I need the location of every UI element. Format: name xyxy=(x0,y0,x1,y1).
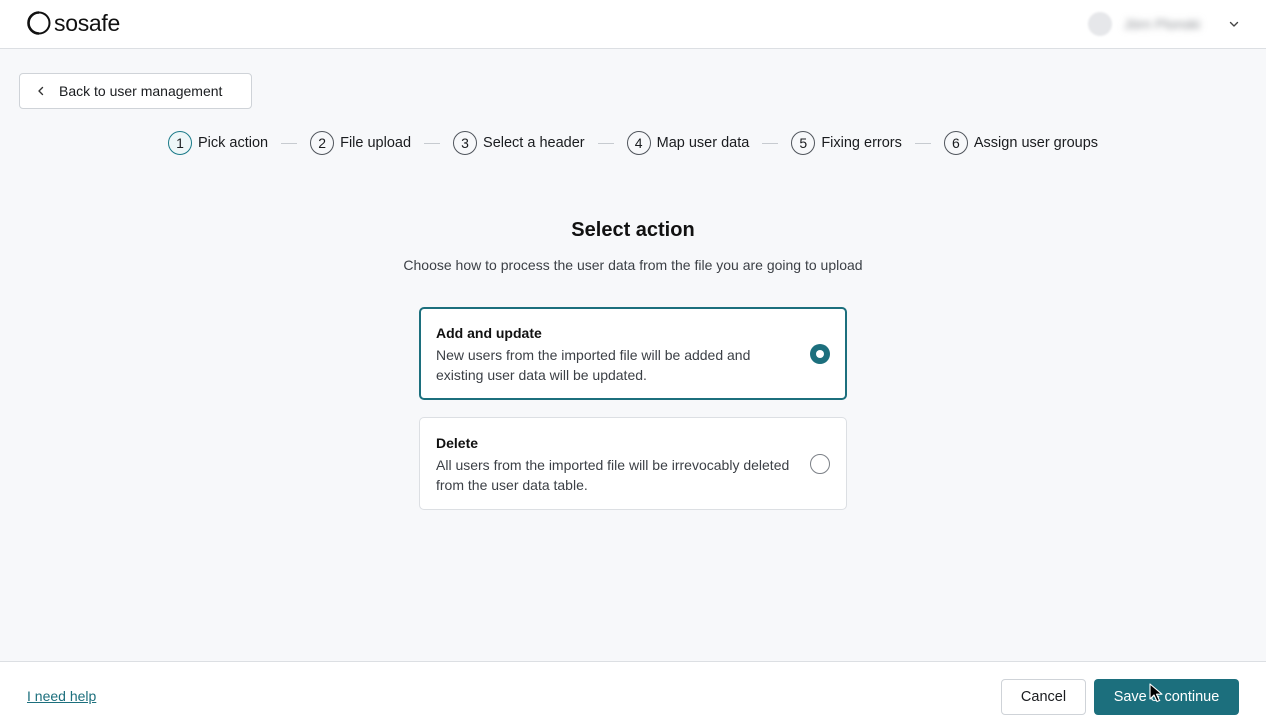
option-title: Add and update xyxy=(436,325,542,341)
step-separator xyxy=(281,142,298,144)
step-assign-user-groups: 6 Assign user groups xyxy=(943,131,1099,155)
step-number: 6 xyxy=(943,131,968,155)
stepper: 1 Pick action 2 File upload 3 Select a h… xyxy=(0,131,1266,155)
step-number: 3 xyxy=(453,131,478,155)
user-menu[interactable]: Jörn Plonski xyxy=(1088,11,1240,37)
help-link[interactable]: I need help xyxy=(27,688,96,704)
footer-bar: I need help Cancel Save & continue xyxy=(0,661,1266,724)
page-subtitle: Choose how to process the user data from… xyxy=(403,257,863,273)
step-number: 5 xyxy=(791,131,816,155)
back-button-label: Back to user management xyxy=(59,83,223,99)
step-fixing-errors: 5 Fixing errors xyxy=(791,131,902,155)
step-select-header: 3 Select a header xyxy=(453,131,585,155)
step-label: Assign user groups xyxy=(973,135,1099,151)
radio-button-selected[interactable] xyxy=(810,344,830,364)
step-separator xyxy=(762,142,779,144)
step-file-upload: 2 File upload xyxy=(310,131,411,155)
back-to-user-management-button[interactable]: Back to user management xyxy=(19,73,252,109)
step-label: Map user data xyxy=(656,135,750,151)
step-label: Fixing errors xyxy=(821,135,902,151)
step-number: 1 xyxy=(167,131,192,155)
step-label: Pick action xyxy=(197,135,269,151)
option-title: Delete xyxy=(436,435,479,451)
option-add-and-update[interactable]: Add and update New users from the import… xyxy=(419,307,847,400)
chevron-down-icon xyxy=(1228,18,1240,30)
step-label: Select a header xyxy=(483,135,585,151)
step-number: 2 xyxy=(310,131,335,155)
step-map-user-data: 4 Map user data xyxy=(626,131,750,155)
option-description: All users from the imported file will be… xyxy=(436,457,790,493)
top-bar: sosafe Jörn Plonski xyxy=(0,0,1266,49)
step-pick-action: 1 Pick action xyxy=(167,131,269,155)
radio-button[interactable] xyxy=(810,454,830,474)
step-separator xyxy=(914,142,931,144)
step-separator xyxy=(424,142,441,144)
user-name: Jörn Plonski xyxy=(1124,16,1201,32)
avatar xyxy=(1088,12,1112,36)
save-and-continue-button[interactable]: Save & continue xyxy=(1094,679,1239,715)
cancel-button[interactable]: Cancel xyxy=(1001,679,1086,715)
step-number: 4 xyxy=(626,131,651,155)
option-delete[interactable]: Delete All users from the imported file … xyxy=(419,417,847,510)
option-description: New users from the imported file will be… xyxy=(436,347,751,383)
step-label: File upload xyxy=(340,135,412,151)
sosafe-logo[interactable]: sosafe xyxy=(26,10,120,36)
page-title: Select action xyxy=(571,219,695,241)
step-separator xyxy=(597,142,614,144)
logo-text: sosafe xyxy=(54,10,120,36)
chevron-left-icon xyxy=(35,85,47,97)
sosafe-logo-icon xyxy=(27,11,51,35)
